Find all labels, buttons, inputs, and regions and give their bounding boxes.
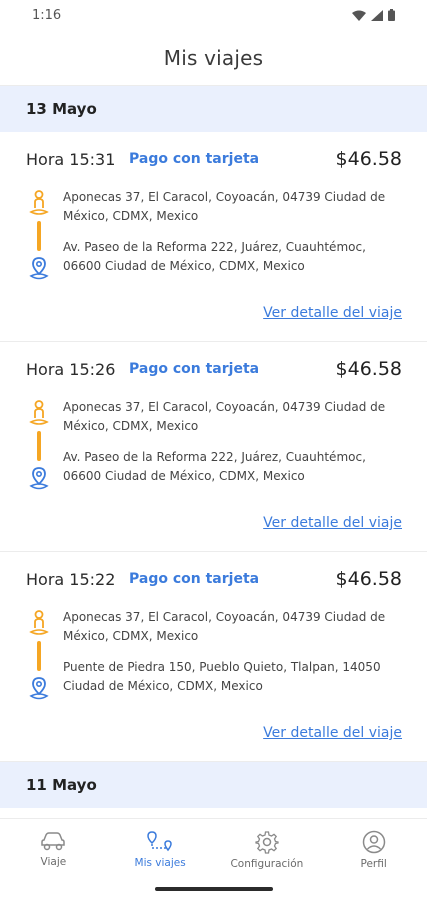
destination-address: Puente de Piedra 150, Pueblo Quieto, Tla… bbox=[63, 660, 381, 693]
destination-address: Av. Paseo de la Reforma 222, Juárez, Cua… bbox=[63, 450, 366, 483]
trip-price: $46.58 bbox=[335, 148, 402, 170]
route-icon bbox=[147, 831, 172, 852]
nav-item-mis-viajes[interactable]: Mis viajes bbox=[107, 819, 214, 881]
route-line bbox=[37, 641, 41, 671]
trip-detail-link[interactable]: Ver detalle del viaje bbox=[263, 515, 402, 531]
payment-method: Pago con tarjeta bbox=[129, 151, 260, 167]
route-line bbox=[37, 221, 41, 251]
trip-card: Hora 15:31 Pago con tarjeta $46.58 Apone… bbox=[0, 132, 427, 342]
location-pin-icon bbox=[29, 677, 49, 700]
nav-item-configuracion[interactable]: Configuración bbox=[214, 819, 321, 881]
user-icon bbox=[362, 830, 385, 854]
payment-method: Pago con tarjeta bbox=[129, 361, 260, 377]
nav-label: Perfil bbox=[360, 858, 387, 870]
wifi-icon bbox=[352, 10, 366, 21]
nav-label: Mis viajes bbox=[134, 857, 186, 869]
date-header: 13 Mayo bbox=[0, 86, 427, 132]
status-icons bbox=[352, 9, 395, 21]
payment-method: Pago con tarjeta bbox=[129, 571, 260, 587]
trip-detail-link[interactable]: Ver detalle del viaje bbox=[263, 725, 402, 741]
origin-address: Aponecas 37, El Caracol, Coyoacán, 04739… bbox=[63, 400, 386, 433]
trip-time: Hora 15:31 bbox=[26, 149, 116, 169]
nav-item-perfil[interactable]: Perfil bbox=[320, 819, 427, 881]
page-title: Mis viajes bbox=[163, 45, 264, 70]
status-bar: 1:16 bbox=[0, 0, 427, 30]
trip-price: $46.58 bbox=[335, 358, 402, 380]
date-header: 11 Mayo bbox=[0, 762, 427, 808]
nav-item-viaje[interactable]: Viaje bbox=[0, 819, 107, 881]
trip-time: Hora 15:26 bbox=[26, 359, 116, 379]
pickup-person-icon bbox=[29, 190, 49, 215]
home-indicator bbox=[154, 887, 273, 891]
gear-icon bbox=[255, 831, 279, 854]
pickup-person-icon bbox=[29, 610, 49, 635]
location-pin-icon bbox=[29, 257, 49, 280]
battery-icon bbox=[388, 9, 395, 21]
pickup-person-icon bbox=[29, 400, 49, 425]
nav-label: Configuración bbox=[230, 858, 304, 870]
route-line bbox=[37, 431, 41, 461]
status-time: 1:16 bbox=[32, 7, 62, 23]
destination-address: Av. Paseo de la Reforma 222, Juárez, Cua… bbox=[63, 240, 366, 273]
app-header: Mis viajes bbox=[0, 30, 427, 86]
trip-card: Hora 15:26 Pago con tarjeta $46.58 Apone… bbox=[0, 342, 427, 552]
origin-address: Aponecas 37, El Caracol, Coyoacán, 04739… bbox=[63, 190, 386, 223]
trip-time: Hora 15:22 bbox=[26, 569, 116, 589]
trip-price: $46.58 bbox=[335, 568, 402, 590]
trip-detail-link[interactable]: Ver detalle del viaje bbox=[263, 305, 402, 321]
bottom-nav: Viaje Mis viajes Configuración Perfil bbox=[0, 818, 427, 900]
origin-address: Aponecas 37, El Caracol, Coyoacán, 04739… bbox=[63, 610, 386, 643]
location-pin-icon bbox=[29, 467, 49, 490]
signal-icon bbox=[371, 9, 383, 21]
nav-label: Viaje bbox=[40, 856, 67, 868]
trip-card: Hora 15:22 Pago con tarjeta $46.58 Apone… bbox=[0, 552, 427, 762]
car-icon bbox=[41, 832, 66, 851]
